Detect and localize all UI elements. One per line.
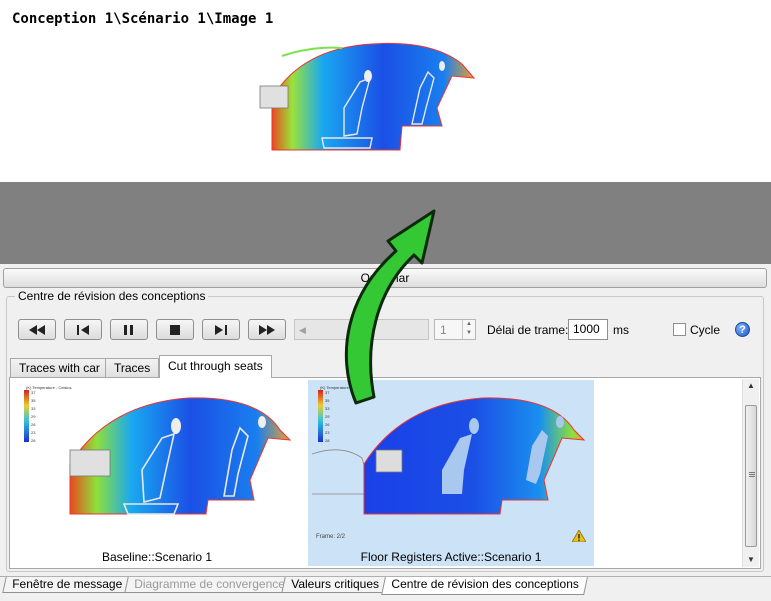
legend-tick: 26: [31, 422, 36, 427]
pause-icon: [124, 324, 133, 335]
tab-traces[interactable]: Traces: [105, 358, 160, 377]
step-back-button[interactable]: [64, 319, 102, 340]
legend-tick: 37: [31, 390, 36, 395]
help-icon[interactable]: ?: [735, 322, 750, 337]
tab-convergence-diagram[interactable]: Diagramme de convergence: [124, 577, 295, 593]
legend-tick: 35: [31, 398, 36, 403]
chevron-left-icon: ◀: [299, 325, 306, 335]
tab-traces-with-car[interactable]: Traces with car: [10, 358, 109, 377]
cycle-label: Cycle: [690, 323, 721, 337]
tab-label: Diagramme de convergence: [134, 577, 285, 591]
step-forward-button[interactable]: [202, 319, 240, 340]
cycle-checkbox[interactable]: [673, 323, 686, 336]
design-card-baseline[interactable]: (K) Temperature - Celsius 37 35 33 29 26…: [14, 380, 300, 566]
rewind-button[interactable]: [18, 319, 56, 340]
frame-indicator: Frame: 2/2: [316, 534, 346, 540]
vertical-scrollbar[interactable]: ▲ ▼: [742, 379, 759, 567]
tab-label: Fenêtre de message: [12, 577, 123, 591]
fast-forward-button[interactable]: [248, 319, 286, 340]
stop-button[interactable]: [156, 319, 194, 340]
scroll-thumb[interactable]: [745, 405, 757, 547]
card-label: Baseline::Scenario 1: [101, 550, 213, 564]
tab-label: Traces: [114, 361, 151, 375]
pause-button[interactable]: [110, 319, 148, 340]
scroll-down-icon[interactable]: ▼: [743, 553, 759, 567]
render-view: Conception 1\Scénario 1\Image 1: [0, 0, 771, 182]
delay-input[interactable]: 1000: [568, 319, 608, 340]
legend-tick: 29: [31, 414, 36, 419]
tab-label: Cut through seats: [168, 359, 263, 373]
tab-critical-values[interactable]: Valeurs critiques: [281, 577, 389, 593]
spin-down-icon[interactable]: ▼: [463, 329, 475, 338]
legend-tick: 33: [31, 406, 36, 411]
car-cabin-thumbnail: (K) Temperature - Celsius 37 35 33 29 26…: [24, 385, 292, 515]
bottom-tab-strip: Fenêtre de message Diagramme de converge…: [0, 576, 771, 601]
tab-design-review-center[interactable]: Centre de révision des conceptions: [381, 577, 589, 595]
tab-message-window[interactable]: Fenêtre de message: [2, 577, 132, 593]
card-label: Floor Registers Active::Scenario 1: [360, 550, 542, 564]
legend-tick: 26: [325, 422, 330, 427]
view-title: Conception 1\Scénario 1\Image 1: [12, 11, 274, 27]
step-forward-icon: [215, 324, 227, 335]
legend-tick: 28: [31, 438, 36, 443]
green-arrow-icon: [344, 209, 436, 405]
delay-label: Délai de trame:: [487, 323, 569, 337]
tab-label: Traces with car: [19, 361, 100, 375]
tab-cut-through-seats[interactable]: Cut through seats: [159, 355, 272, 378]
group-title: Centre de révision des conceptions: [15, 289, 209, 303]
fast-forward-icon: [259, 324, 275, 335]
step-back-icon: [77, 324, 89, 335]
delay-unit: ms: [613, 323, 629, 337]
warning-icon: [572, 530, 586, 542]
legend-tick: 23: [325, 430, 330, 435]
stop-icon: [170, 324, 180, 335]
legend-tick: 23: [31, 430, 36, 435]
tab-label: Centre de révision des conceptions: [391, 577, 579, 591]
scroll-up-icon[interactable]: ▲: [743, 379, 759, 393]
tab-label: Valeurs critiques: [291, 577, 380, 591]
spin-up-icon[interactable]: ▲: [463, 320, 475, 329]
spin-buttons: ▲ ▼: [462, 320, 475, 339]
rewind-icon: [29, 324, 45, 335]
car-cabin-render: [259, 42, 476, 151]
legend-tick: 28: [325, 438, 330, 443]
